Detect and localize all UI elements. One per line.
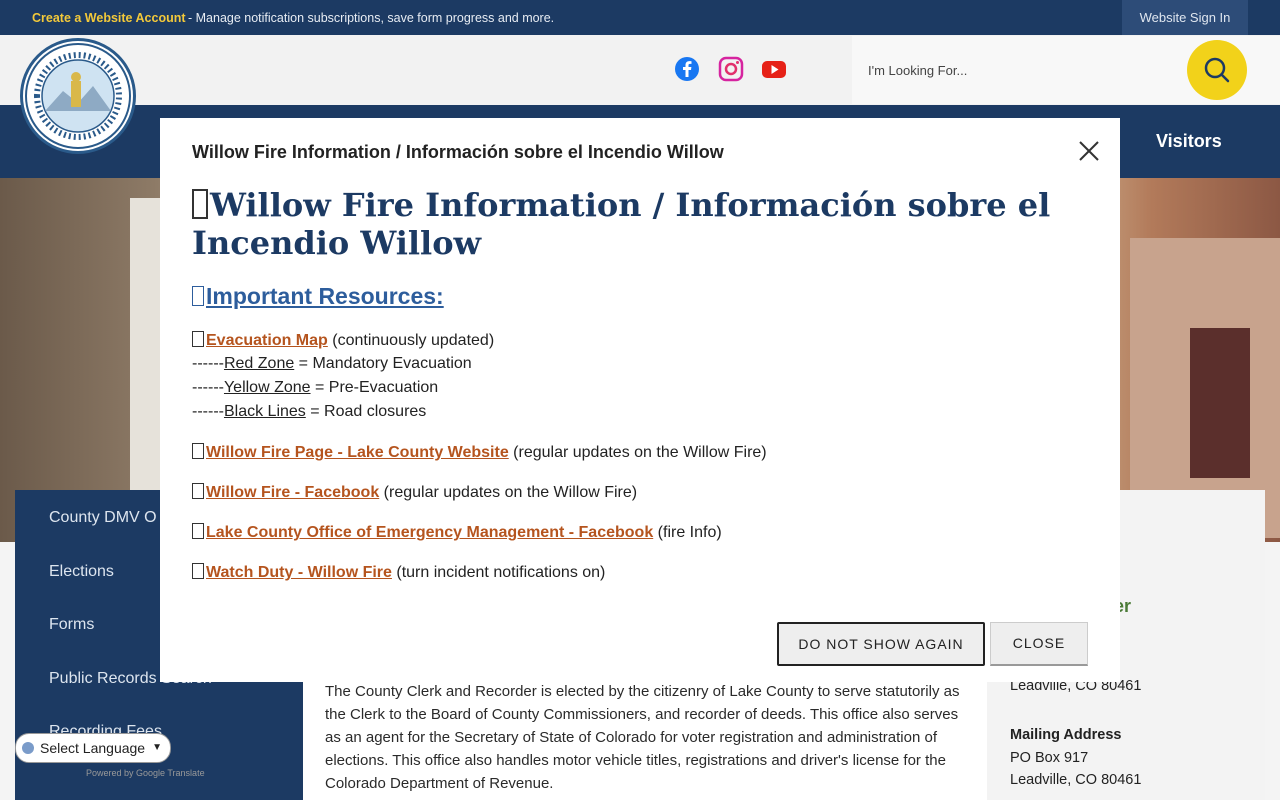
- resource-line: Willow Fire Page - Lake County Website (…: [192, 443, 767, 462]
- modal-heading-text: Willow Fire Information / Información so…: [192, 186, 1051, 262]
- evacuation-map-link[interactable]: Evacuation Map: [206, 332, 328, 349]
- zone-prefix: ------: [192, 379, 224, 396]
- evacuation-map-line: Evacuation Map (continuously updated): [192, 331, 494, 350]
- important-resources-heading: Important Resources:: [192, 283, 444, 310]
- zone-prefix: ------: [192, 403, 224, 420]
- zone-desc: = Pre-Evacuation: [310, 379, 439, 396]
- modal-title: Willow Fire Information / Información so…: [192, 142, 724, 162]
- close-icon[interactable]: [1078, 140, 1100, 162]
- zone-prefix: ------: [192, 355, 224, 372]
- willow-fire-facebook-link[interactable]: Willow Fire - Facebook: [206, 484, 379, 501]
- zone-name: Black Lines: [223, 403, 306, 420]
- zone-desc: = Mandatory Evacuation: [294, 355, 472, 372]
- close-button[interactable]: CLOSE: [990, 622, 1088, 666]
- resource-line: Watch Duty - Willow Fire (turn incident …: [192, 563, 605, 582]
- willow-fire-page-link[interactable]: Willow Fire Page - Lake County Website: [206, 444, 509, 461]
- resource-line: Lake County Office of Emergency Manageme…: [192, 523, 722, 542]
- resource-note: (regular updates on the Willow Fire): [379, 484, 638, 501]
- resource-note: (turn incident notifications on): [391, 564, 606, 581]
- zone-desc: = Road closures: [305, 403, 427, 420]
- county-seal-logo[interactable]: [20, 38, 136, 154]
- zone-name: Red Zone: [223, 355, 295, 372]
- resource-line: Willow Fire - Facebook (regular updates …: [192, 483, 637, 502]
- important-resources-text: Important Resources:: [206, 283, 444, 309]
- zone-line: ------Yellow Zone = Pre-Evacuation: [192, 379, 438, 397]
- watch-duty-link[interactable]: Watch Duty - Willow Fire: [206, 564, 392, 581]
- zone-name: Yellow Zone: [223, 379, 311, 396]
- resource-note: (regular updates on the Willow Fire): [508, 444, 767, 461]
- evacuation-map-note: (continuously updated): [327, 332, 495, 349]
- modal-heading: Willow Fire Information / Información so…: [192, 186, 1092, 262]
- zone-line: ------Red Zone = Mandatory Evacuation: [192, 355, 472, 373]
- zone-line: ------Black Lines = Road closures: [192, 403, 426, 421]
- resource-note: (fire Info): [653, 524, 722, 541]
- oem-facebook-link[interactable]: Lake County Office of Emergency Manageme…: [206, 524, 653, 541]
- willow-fire-modal: Willow Fire Information / Información so…: [160, 118, 1120, 682]
- do-not-show-again-button[interactable]: DO NOT SHOW AGAIN: [777, 622, 985, 666]
